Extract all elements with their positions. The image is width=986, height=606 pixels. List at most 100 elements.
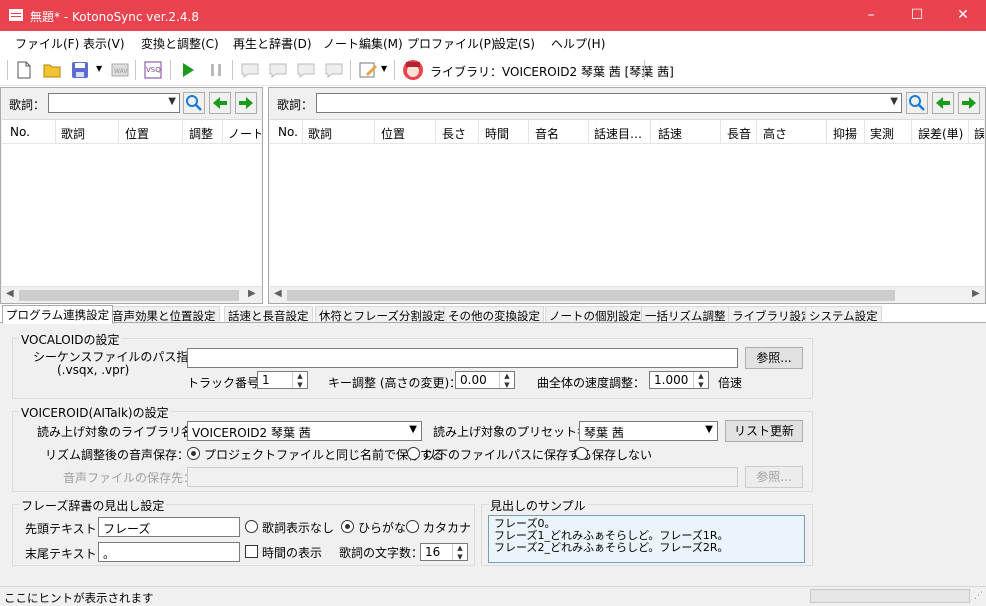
seq-path-input[interactable] bbox=[187, 348, 738, 368]
sample-group-title: 見出しのサンプル bbox=[488, 497, 588, 514]
library-select[interactable]: VOICEROID2 琴葉 茜 ▼ bbox=[187, 421, 422, 441]
resize-grip-icon[interactable]: ⋰ bbox=[974, 591, 983, 601]
katakana-radio[interactable] bbox=[406, 520, 419, 533]
play-icon[interactable] bbox=[178, 60, 198, 80]
col-measured[interactable]: 実測 bbox=[870, 125, 894, 142]
svg-text:VSQ: VSQ bbox=[146, 66, 161, 74]
bubble-text-icon bbox=[269, 63, 287, 78]
right-grid[interactable]: No. 歌詞 位置 長さ 時間 音名 話速目… 話速 長音 高さ 抑揚 実測 誤… bbox=[270, 119, 984, 287]
head-text-input[interactable]: フレーズ bbox=[98, 517, 240, 537]
status-progress bbox=[810, 589, 970, 603]
search-icon bbox=[909, 95, 925, 111]
spin-icon: ▲ ▼ bbox=[693, 372, 708, 388]
menu-profile[interactable]: プロファイル(P) bbox=[407, 35, 496, 52]
menu-note-edit[interactable]: ノート編集(M) bbox=[323, 35, 403, 52]
speed-label: 曲全体の速度調整： bbox=[537, 376, 646, 390]
left-hscroll[interactable]: ◀ ▶ bbox=[2, 286, 261, 303]
right-hscroll[interactable]: ◀ ▶ bbox=[270, 286, 984, 303]
hiragana-label[interactable]: ひらがな bbox=[358, 519, 406, 536]
no-save-label[interactable]: 保存しない bbox=[592, 446, 652, 463]
next-button[interactable] bbox=[235, 92, 257, 114]
scroll-right-icon: ▶ bbox=[248, 288, 256, 299]
col-lyric[interactable]: 歌詞 bbox=[308, 125, 332, 142]
bubble-check-icon bbox=[297, 63, 315, 78]
title-bar: 無題* - KotonoSync ver.2.4.8 – ☐ ✕ bbox=[0, 0, 986, 31]
speed-stepper[interactable]: 1.000 ▲ ▼ bbox=[649, 371, 709, 389]
character-avatar-icon bbox=[403, 60, 423, 80]
import-vsq-icon[interactable]: VSQ bbox=[143, 60, 163, 80]
save-same-name-radio[interactable] bbox=[187, 447, 200, 460]
tail-text-input[interactable]: 。 bbox=[98, 542, 240, 562]
next-button[interactable] bbox=[958, 92, 980, 114]
prev-button[interactable] bbox=[209, 92, 231, 114]
refresh-list-button[interactable]: リスト更新 bbox=[725, 420, 803, 442]
save-audio-label: リズム調整後の音声保存： bbox=[45, 448, 190, 462]
edit-dropdown-icon[interactable]: ▼ bbox=[381, 64, 387, 73]
menu-file[interactable]: ファイル(F) bbox=[15, 35, 79, 52]
maximize-button[interactable]: ☐ bbox=[894, 0, 940, 31]
menu-help[interactable]: ヘルプ(H) bbox=[551, 35, 605, 52]
track-stepper[interactable]: 1 ▲ ▼ bbox=[257, 371, 308, 389]
save-path-label[interactable]: 以下のファイルパスに保存する bbox=[424, 446, 592, 463]
save-dropdown-icon[interactable]: ▼ bbox=[96, 64, 102, 73]
no-save-radio[interactable] bbox=[575, 447, 588, 460]
edit-sheet-icon[interactable] bbox=[358, 60, 378, 80]
col-error-unit[interactable]: 誤差(単) bbox=[918, 125, 963, 142]
col-intonation[interactable]: 抑揚 bbox=[833, 125, 857, 142]
prev-button[interactable] bbox=[932, 92, 954, 114]
open-folder-icon[interactable] bbox=[42, 60, 62, 80]
no-lyric-radio[interactable] bbox=[245, 520, 258, 533]
col-position[interactable]: 位置 bbox=[125, 125, 149, 142]
col-length[interactable]: 長さ bbox=[442, 125, 466, 142]
tab-program-link[interactable]: プログラム連携設定 bbox=[2, 305, 114, 324]
close-button[interactable]: ✕ bbox=[940, 0, 986, 31]
settings-tabs: プログラム連携設定 音声効果と位置設定 話速と長音設定 休符とフレーズ分割設定 … bbox=[0, 305, 986, 324]
menu-bar: ファイル(F) 表示(V) 変換と調整(C) 再生と辞書(D) ノート編集(M)… bbox=[0, 31, 986, 53]
col-error[interactable]: 誤 bbox=[974, 125, 984, 142]
search-icon bbox=[186, 95, 202, 111]
col-position[interactable]: 位置 bbox=[381, 125, 405, 142]
col-no[interactable]: No. bbox=[278, 125, 298, 139]
col-speed-target[interactable]: 話速目… bbox=[594, 125, 646, 142]
no-lyric-label[interactable]: 歌詞表示なし bbox=[262, 519, 334, 536]
col-no[interactable]: No. bbox=[10, 125, 30, 139]
lyric-search-input[interactable]: ▼ bbox=[48, 93, 180, 113]
time-display-checkbox[interactable] bbox=[245, 545, 258, 558]
arrow-left-icon bbox=[936, 97, 950, 109]
sample-line: フレーズ2_どれみふぁそらしど。フレーズ2R。 bbox=[494, 541, 729, 554]
arrow-right-icon bbox=[239, 97, 253, 109]
menu-view[interactable]: 表示(V) bbox=[83, 35, 125, 52]
save-path-radio[interactable] bbox=[407, 447, 420, 460]
bubble-all-icon bbox=[241, 63, 259, 78]
save-icon[interactable] bbox=[70, 60, 90, 80]
right-pane: 歌詞： ▼ No. 歌詞 位置 長さ 時間 音名 話速目… 話速 長音 高さ 抑… bbox=[268, 87, 986, 304]
col-note-count[interactable]: ノート数 bbox=[228, 125, 261, 142]
browse-button[interactable]: 参照... bbox=[745, 347, 803, 369]
col-time[interactable]: 時間 bbox=[485, 125, 509, 142]
katakana-label[interactable]: カタカナ bbox=[423, 519, 471, 536]
hiragana-radio[interactable] bbox=[341, 520, 354, 533]
chevron-down-icon: ▼ bbox=[168, 96, 176, 107]
key-stepper[interactable]: 0.00 ▲ ▼ bbox=[455, 371, 515, 389]
col-adjust[interactable]: 調整 bbox=[189, 125, 213, 142]
left-grid[interactable]: No. 歌詞 位置 調整 ノート数 bbox=[2, 119, 261, 287]
library-name-label: 読み上げ対象のライブラリ名： bbox=[37, 425, 206, 439]
time-display-label[interactable]: 時間の表示 bbox=[262, 544, 322, 561]
sample-preview: フレーズ0。 フレーズ1_どれみふぁそらしど。フレーズ1R。 フレーズ2_どれみ… bbox=[488, 515, 805, 563]
search-button[interactable] bbox=[183, 92, 205, 114]
col-lyric[interactable]: 歌詞 bbox=[61, 125, 85, 142]
search-button[interactable] bbox=[906, 92, 928, 114]
preset-select[interactable]: 琴葉 茜 ▼ bbox=[579, 421, 718, 441]
vocaloid-group: VOCALOIDの設定 シーケンスファイルのパス指定： (.vsqx, .vpr… bbox=[12, 331, 813, 399]
new-file-icon[interactable] bbox=[14, 60, 34, 80]
menu-settings[interactable]: 設定(S) bbox=[494, 35, 535, 52]
minimize-button[interactable]: – bbox=[848, 0, 894, 31]
col-pitch-name[interactable]: 音名 bbox=[535, 125, 559, 142]
menu-convert[interactable]: 変換と調整(C) bbox=[141, 35, 219, 52]
col-height[interactable]: 高さ bbox=[763, 125, 787, 142]
char-count-stepper[interactable]: 16 ▲ ▼ bbox=[420, 543, 468, 561]
col-speed[interactable]: 話速 bbox=[658, 125, 682, 142]
col-long-sound[interactable]: 長音 bbox=[727, 125, 751, 142]
lyric-search-input[interactable]: ▼ bbox=[316, 93, 902, 113]
menu-playback[interactable]: 再生と辞書(D) bbox=[233, 35, 312, 52]
